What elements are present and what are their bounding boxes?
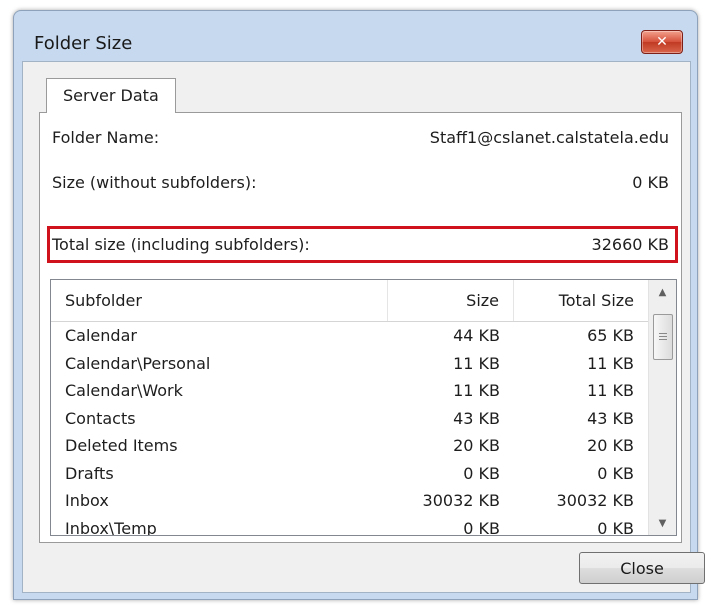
highlight-box	[47, 226, 678, 263]
list-rows: Calendar 44 KB 65 KB Calendar\Personal 1…	[51, 322, 648, 536]
folder-name-label: Folder Name:	[52, 127, 160, 147]
vertical-scrollbar[interactable]: ▲ ▼	[648, 280, 676, 535]
subfolder-size: 20 KB	[453, 436, 500, 455]
subfolder-size: 43 KB	[453, 408, 500, 428]
list-row[interactable]: Drafts 0 KB 0 KB	[51, 460, 648, 488]
list-row[interactable]: Inbox 30032 KB 30032 KB	[51, 487, 648, 515]
list-row[interactable]: Calendar\Personal 11 KB 11 KB	[51, 350, 648, 378]
list-row[interactable]: Contacts 43 KB 43 KB	[51, 405, 648, 433]
subfolder-total-size: 20 KB	[587, 436, 634, 455]
scroll-down-button[interactable]: ▼	[649, 511, 676, 535]
scroll-up-button[interactable]: ▲	[649, 280, 676, 304]
folder-name-value: Staff1@cslanet.calstatela.edu	[429, 127, 669, 147]
size-label: Size (without subfolders):	[52, 172, 257, 192]
column-header-total-size[interactable]: Total Size	[514, 280, 648, 321]
folder-name-row: Folder Name: Staff1@cslanet.calstatela.e…	[52, 123, 669, 151]
subfolder-name: Calendar	[65, 326, 137, 345]
subfolder-total-size: 65 KB	[587, 326, 634, 345]
subfolder-size: 11 KB	[453, 381, 500, 400]
list-row[interactable]: Inbox\Temp 0 KB 0 KB	[51, 515, 648, 536]
subfolder-size: 0 KB	[463, 463, 500, 483]
arrow-down-icon: ▼	[658, 517, 667, 529]
scrollbar-thumb[interactable]	[653, 314, 673, 360]
subfolder-name: Calendar\Work	[65, 381, 183, 400]
subfolder-list[interactable]: Subfolder Size Total Size Calendar 44 KB…	[50, 279, 677, 536]
subfolder-name: Drafts	[65, 463, 114, 483]
subfolder-total-size: 43 KB	[587, 408, 634, 428]
subfolder-name: Deleted Items	[65, 436, 178, 455]
close-icon: ✕	[656, 34, 668, 50]
column-header-size[interactable]: Size	[388, 280, 514, 321]
title-bar[interactable]: Folder Size ✕	[14, 11, 697, 59]
subfolder-total-size: 11 KB	[587, 353, 634, 373]
subfolder-size: 30032 KB	[422, 491, 500, 510]
column-header-subfolder[interactable]: Subfolder	[51, 280, 388, 321]
subfolder-total-size: 30032 KB	[556, 491, 634, 510]
subfolder-total-size: 0 KB	[597, 518, 634, 536]
close-button[interactable]: Close	[579, 552, 705, 584]
list-header: Subfolder Size Total Size	[51, 280, 648, 322]
subfolder-total-size: 0 KB	[597, 463, 634, 483]
subfolder-name: Inbox	[65, 491, 109, 510]
subfolder-size: 0 KB	[463, 518, 500, 536]
folder-size-dialog: Folder Size ✕ Server Data Folder Name: S…	[13, 10, 705, 600]
grip-icon	[659, 333, 667, 341]
subfolder-name: Calendar\Personal	[65, 353, 211, 373]
window-close-button[interactable]: ✕	[641, 30, 683, 54]
dialog-client-area: Server Data Folder Name: Staff1@cslanet.…	[22, 61, 705, 593]
list-row[interactable]: Deleted Items 20 KB 20 KB	[51, 432, 648, 460]
subfolder-total-size: 11 KB	[587, 381, 634, 400]
list-row[interactable]: Calendar 44 KB 65 KB	[51, 322, 648, 350]
size-row: Size (without subfolders): 0 KB	[52, 168, 669, 196]
size-value: 0 KB	[632, 172, 669, 192]
subfolder-name: Inbox\Temp	[65, 518, 157, 536]
subfolder-size: 44 KB	[453, 326, 500, 345]
arrow-up-icon: ▲	[658, 286, 667, 298]
tab-server-data[interactable]: Server Data	[46, 78, 176, 113]
window-title: Folder Size	[34, 33, 133, 54]
subfolder-size: 11 KB	[453, 353, 500, 373]
tab-panel: Folder Name: Staff1@cslanet.calstatela.e…	[39, 112, 682, 543]
list-row[interactable]: Calendar\Work 11 KB 11 KB	[51, 377, 648, 405]
subfolder-name: Contacts	[65, 408, 136, 428]
